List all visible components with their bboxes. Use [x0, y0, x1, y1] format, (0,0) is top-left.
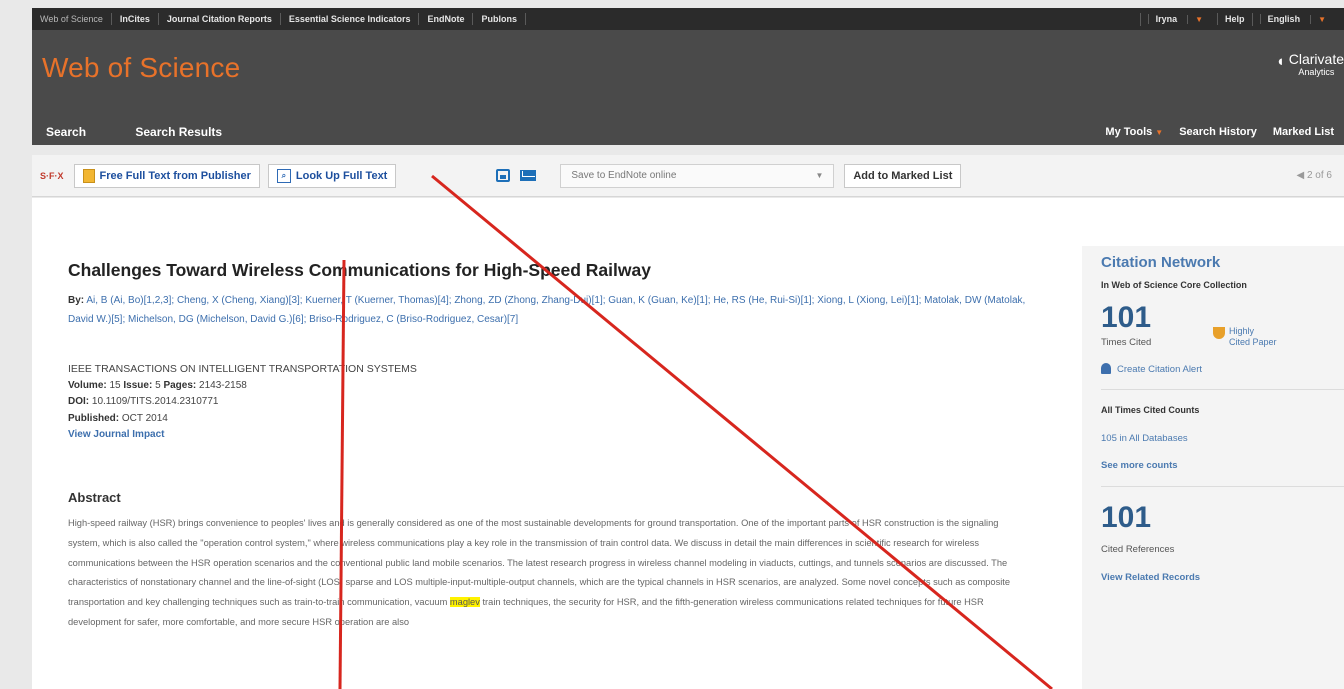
- view-journal-impact-link[interactable]: View Journal Impact: [68, 427, 417, 444]
- save-to-select[interactable]: Save to EndNote online ▼: [560, 163, 835, 188]
- author-list: By: Ai, B (Ai, Bo)[1,2,3]; Cheng, X (Che…: [68, 291, 1028, 329]
- product-link-jcr[interactable]: Journal Citation Reports: [159, 13, 281, 25]
- nav-marked-list[interactable]: Marked List: [1273, 126, 1334, 138]
- language-label: English: [1259, 13, 1308, 24]
- account-links: Iryna ▼ Help English ▼: [1139, 12, 1344, 26]
- published-label: Published:: [68, 412, 120, 424]
- abstract-text: High-speed railway (HSR) brings convenie…: [68, 514, 1028, 633]
- nav-search-results[interactable]: Search Results: [135, 125, 222, 139]
- document-icon: [82, 168, 95, 183]
- product-link-publons[interactable]: Publons: [473, 13, 526, 25]
- chevron-down-icon: ▼: [1155, 127, 1164, 137]
- main-nav: Search Search Results My Tools ▼ Search H…: [32, 118, 1344, 145]
- nav-search[interactable]: Search: [46, 125, 86, 139]
- all-databases-link[interactable]: 105 in All Databases: [1101, 433, 1344, 444]
- product-link-incites[interactable]: InCites: [112, 13, 159, 25]
- issue-value: 5: [155, 379, 161, 391]
- print-icon[interactable]: [496, 169, 511, 182]
- bell-icon: [1101, 363, 1111, 374]
- volume-label: Volume:: [68, 379, 107, 391]
- site-header: Web of Science ◖ Clarivate Analytics Sea…: [32, 30, 1344, 145]
- abstract-part-1: High-speed railway (HSR) brings convenie…: [68, 518, 1011, 608]
- product-link-wos[interactable]: Web of Science: [32, 13, 112, 25]
- nav-search-history[interactable]: Search History: [1179, 126, 1257, 138]
- citation-network-panel: Citation Network In Web of Science Core …: [1082, 246, 1344, 689]
- record-pager[interactable]: ◀ 2 of 6: [1297, 170, 1333, 181]
- product-links: Web of Science InCites Journal Citation …: [32, 8, 526, 30]
- abstract-heading: Abstract: [68, 490, 121, 505]
- look-up-full-text-button[interactable]: ⌕ Look Up Full Text: [267, 163, 397, 188]
- user-name: Iryna: [1147, 13, 1185, 24]
- journal-name: IEEE TRANSACTIONS ON INTELLIGENT TRANSPO…: [68, 363, 417, 375]
- help-link[interactable]: Help: [1217, 13, 1252, 25]
- chevron-down-icon: ▼: [1310, 14, 1333, 24]
- language-menu[interactable]: English ▼: [1251, 12, 1340, 26]
- doi-value: 10.1109/TITS.2014.2310771: [91, 396, 219, 407]
- top-utility-bar: Web of Science InCites Journal Citation …: [32, 8, 1344, 30]
- pages-value: 2143-2158: [199, 379, 247, 391]
- all-counts-label: All Times Cited Counts: [1101, 405, 1200, 415]
- save-to-value: Save to EndNote online: [571, 170, 677, 181]
- doi-label: DOI:: [68, 396, 90, 407]
- record-toolbar: S·F·X Free Full Text from Publisher ⌕ Lo…: [32, 155, 1344, 197]
- product-link-endnote[interactable]: EndNote: [419, 13, 474, 25]
- product-link-esi[interactable]: Essential Science Indicators: [281, 13, 420, 25]
- source-info: IEEE TRANSACTIONS ON INTELLIGENT TRANSPO…: [68, 361, 417, 444]
- pages-label: Pages:: [163, 379, 197, 391]
- by-label: By:: [68, 295, 85, 306]
- record-content: Challenges Toward Wireless Communication…: [32, 198, 1344, 689]
- cited-references-label: Cited References: [1101, 544, 1175, 555]
- clarivate-sub: Analytics: [1298, 67, 1335, 77]
- core-collection-label: In Web of Science Core Collection: [1101, 280, 1247, 290]
- clarivate-name: Clarivate: [1288, 51, 1344, 67]
- sfx-logo[interactable]: S·F·X: [40, 171, 64, 181]
- lookup-icon: ⌕: [276, 168, 291, 183]
- view-related-records-link[interactable]: View Related Records: [1101, 572, 1344, 583]
- wos-logo[interactable]: Web of Science: [42, 52, 240, 84]
- citation-network-heading: Citation Network: [1101, 254, 1221, 271]
- divider: [1101, 389, 1344, 390]
- authors-text[interactable]: Ai, B (Ai, Bo)[1,2,3]; Cheng, X (Cheng, …: [68, 295, 1025, 325]
- volume-value: 15: [109, 379, 121, 391]
- issue-label: Issue:: [123, 379, 153, 391]
- create-citation-alert-label: Create Citation Alert: [1117, 364, 1203, 375]
- published-value: OCT 2014: [121, 412, 168, 424]
- highly-cited-label: Highly Cited Paper: [1229, 326, 1277, 347]
- add-to-marked-list-button[interactable]: Add to Marked List: [844, 163, 962, 188]
- trophy-icon: [1213, 327, 1225, 339]
- look-up-full-text-label: Look Up Full Text: [295, 169, 388, 182]
- free-full-text-button[interactable]: Free Full Text from Publisher: [73, 163, 260, 188]
- nav-my-tools[interactable]: My Tools ▼: [1089, 126, 1163, 138]
- clarivate-mark-icon: ◖: [1275, 53, 1285, 70]
- email-icon[interactable]: [520, 170, 537, 181]
- free-full-text-label: Free Full Text from Publisher: [99, 169, 251, 182]
- clarivate-logo: ◖ Clarivate Analytics: [1275, 51, 1344, 78]
- chevron-down-icon: ▼: [815, 171, 824, 180]
- cited-references-count[interactable]: 101: [1101, 503, 1344, 533]
- user-menu[interactable]: Iryna ▼: [1139, 12, 1217, 26]
- abstract-highlight: maglev: [449, 597, 480, 608]
- create-citation-alert-link[interactable]: Create Citation Alert: [1101, 363, 1344, 375]
- record-title: Challenges Toward Wireless Communication…: [68, 260, 651, 280]
- see-more-counts-link[interactable]: See more counts: [1101, 460, 1344, 471]
- divider: [1101, 486, 1344, 487]
- chevron-down-icon: ▼: [1187, 14, 1211, 24]
- my-tools-label: My Tools: [1105, 125, 1153, 138]
- highly-cited-badge: Highly Cited Paper: [1213, 326, 1277, 348]
